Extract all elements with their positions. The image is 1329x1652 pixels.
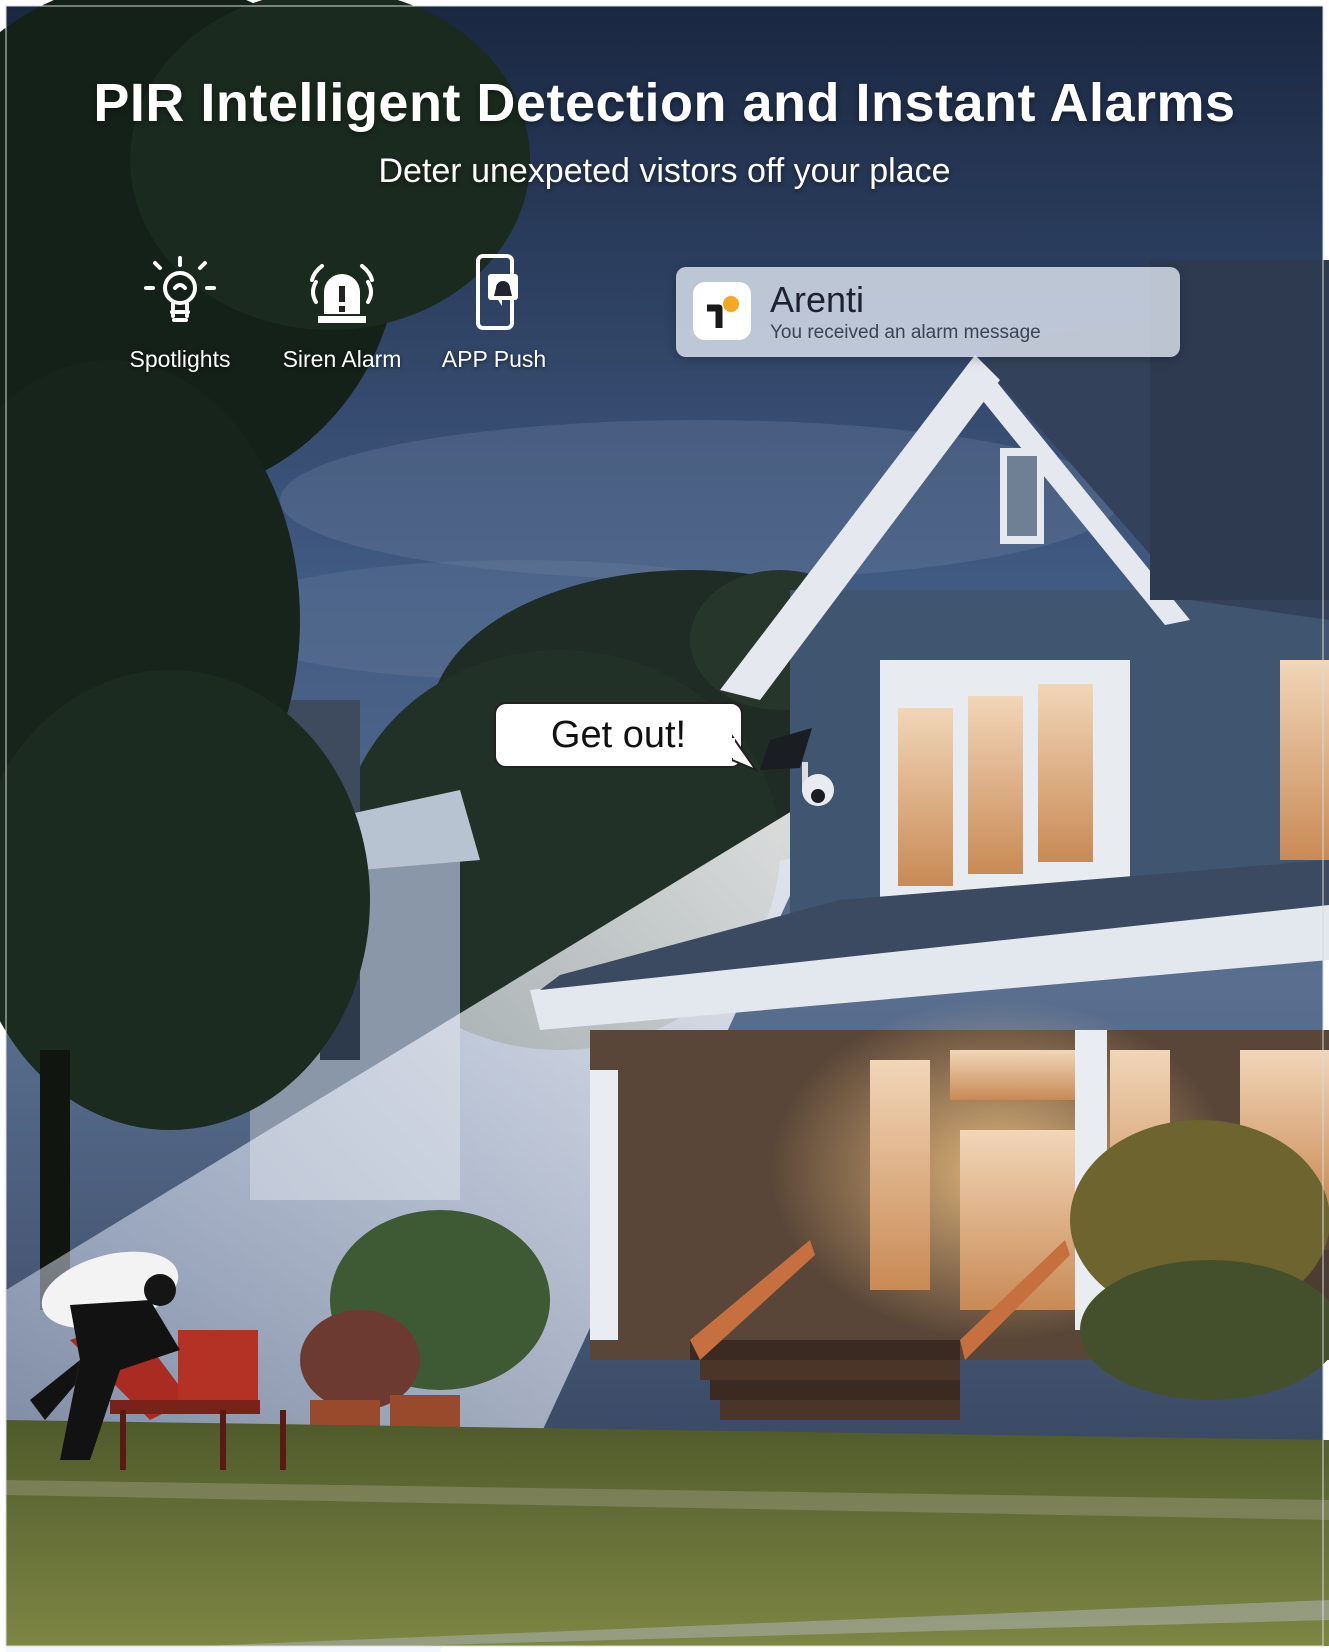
- notification-message: You received an alarm message: [770, 322, 1041, 343]
- feature-spotlights: Spotlights: [100, 252, 260, 373]
- notification-app-name: Arenti: [770, 279, 865, 320]
- siren-icon: [310, 264, 374, 323]
- arenti-app-icon: [693, 282, 751, 340]
- feature-siren-alarm: Siren Alarm: [262, 252, 422, 373]
- speech-bubble: Get out!: [494, 702, 759, 773]
- alarm-notification[interactable]: Arenti You received an alarm message: [676, 267, 1180, 357]
- feature-label: Siren Alarm: [282, 346, 402, 372]
- night-house-scene: [0, 0, 1329, 1652]
- page-title: PIR Intelligent Detection and Instant Al…: [93, 73, 1236, 133]
- feature-label: APP Push: [441, 346, 547, 372]
- page-subtitle: Deter unexpeted vistors off your place: [378, 152, 951, 190]
- feature-label: Spotlights: [129, 346, 231, 372]
- phone-alert-icon: [476, 254, 518, 330]
- speech-bubble-text: Get out!: [550, 714, 687, 756]
- lightbulb-icon: [144, 256, 216, 322]
- feature-app-push: APP Push: [414, 252, 574, 373]
